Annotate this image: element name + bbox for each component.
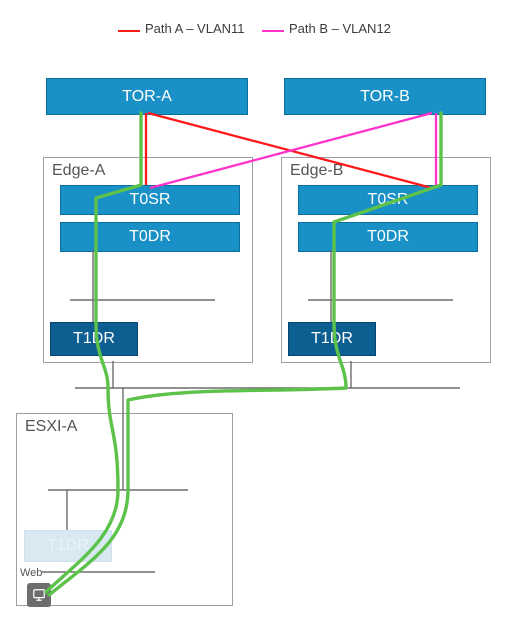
- node-t0sr-b: T0SR: [298, 185, 478, 215]
- label-t0dr-a: T0DR: [129, 228, 171, 246]
- node-t0dr-b: T0DR: [298, 222, 478, 252]
- node-t0sr-a: T0SR: [60, 185, 240, 215]
- node-tor-a: TOR-A: [46, 78, 248, 115]
- group-title-esxi-a: ESXI-A: [25, 418, 77, 436]
- node-t1dr-a: T1DR: [50, 322, 138, 356]
- node-t0dr-a: T0DR: [60, 222, 240, 252]
- label-t0sr-a: T0SR: [130, 191, 171, 209]
- label-tor-a: TOR-A: [122, 88, 171, 106]
- label-web: Web: [20, 567, 42, 579]
- legend-swatch-path-b: [262, 30, 284, 32]
- node-t1dr-b: T1DR: [288, 322, 376, 356]
- legend-swatch-path-a: [118, 30, 140, 32]
- label-t1dr-b: T1DR: [311, 330, 353, 348]
- group-esxi-a: ESXI-A: [16, 413, 233, 606]
- label-t1dr-esxi: T1DR: [47, 537, 89, 555]
- node-t1dr-esxi: T1DR: [24, 530, 112, 562]
- group-title-edge-a: Edge-A: [52, 162, 105, 180]
- legend-label-path-a: Path A – VLAN11: [145, 21, 245, 36]
- label-t0sr-b: T0SR: [368, 191, 409, 209]
- label-t0dr-b: T0DR: [367, 228, 409, 246]
- diagram-stage: Path A – VLAN11 Path B – VLAN12 Edge-A E…: [0, 0, 529, 625]
- vm-icon: [27, 583, 51, 607]
- group-title-edge-b: Edge-B: [290, 162, 343, 180]
- node-tor-b: TOR-B: [284, 78, 486, 115]
- label-tor-b: TOR-B: [360, 88, 409, 106]
- legend-label-path-b: Path B – VLAN12: [289, 21, 391, 36]
- label-t1dr-a: T1DR: [73, 330, 115, 348]
